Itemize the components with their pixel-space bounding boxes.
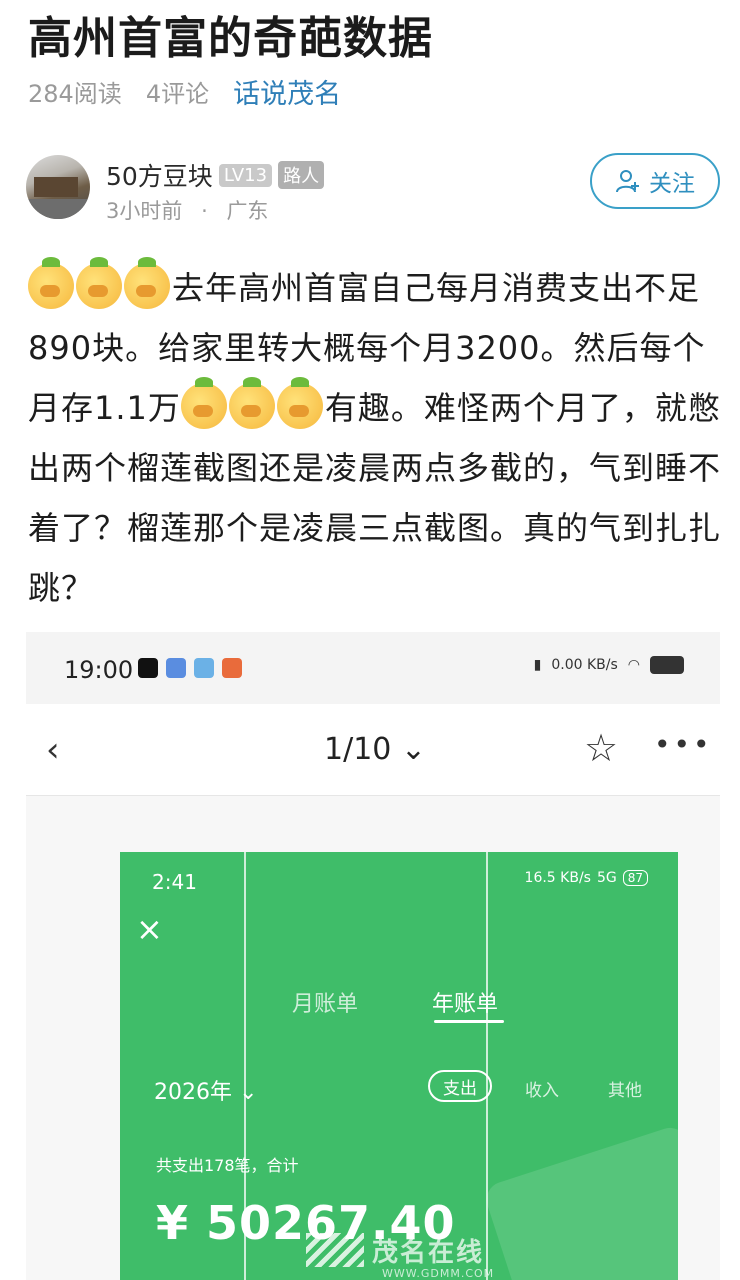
follow-label: 关注 [649,171,695,197]
filter-other: 其他 [608,1081,642,1101]
read-count: 284阅读 [28,80,122,108]
laughing-emoji-icon [124,257,170,309]
author-name-row: 50方豆块 LV13 路人 [106,157,325,193]
add-user-icon [616,170,639,193]
article-title: 高州首富的奇葩数据 [28,13,433,64]
level-badge: LV13 [218,163,273,187]
bill-screenshot: 2:41 16.5 KB/s 5G 87 × 月账单 年账单 2026年 ⌄ 支… [120,852,678,1280]
chevron-down-icon: ⌄ [400,732,427,767]
notification-icons [138,658,242,678]
filter-income: 收入 [525,1081,559,1101]
site-logo-icon [306,1233,364,1267]
wifi-icon: ◠ [627,657,640,673]
back-icon[interactable]: ‹ [46,730,60,770]
embedded-screenshot[interactable]: 19:00 ▮ 0.00 KB/s ◠ ‹ 1/10 ⌄ ☆ ••• 2:41 … [26,632,720,1280]
inner-status: 16.5 KB/s 5G 87 [525,870,648,886]
author-row: 50方豆块 LV13 路人 3小时前 · 广东 关注 [26,153,726,223]
tiktok-icon [138,658,158,678]
filter-expense: 支出 [428,1070,492,1102]
topic-link[interactable]: 话说茂名 [233,72,341,111]
laughing-emoji-icon [276,377,323,429]
laughing-emoji-icon [228,377,275,429]
article-meta: 284阅读 4评论 话说茂名 [28,72,341,111]
laughing-emoji-icon [180,377,227,429]
star-icon[interactable]: ☆ [584,726,618,770]
follow-button[interactable]: 关注 [590,153,720,209]
laughing-emoji-icon [76,257,122,309]
paw-icon [166,658,186,678]
post-body: 去年高州首富自己每月消费支出不足890块。给家里转大概每个月3200。然后每个月… [28,257,728,618]
status-right: ▮ 0.00 KB/s ◠ [534,656,684,674]
comment-count[interactable]: 4评论 [146,74,209,109]
battery-icon: 87 [622,870,648,886]
divider-line [486,852,488,1280]
phone-status-bar: 19:00 ▮ 0.00 KB/s ◠ [26,632,720,704]
year-select: 2026年 ⌄ [154,1080,258,1105]
role-badge: 路人 [278,161,325,189]
net-speed: 0.00 KB/s [551,657,618,673]
app-icon [222,658,242,678]
post-time: 3小时前 [106,199,183,223]
avatar[interactable] [26,155,90,219]
post-time-location: 3小时前 · 广东 [106,195,268,225]
viewer-navbar: ‹ 1/10 ⌄ ☆ ••• [26,704,720,796]
post-location: 广东 [226,199,269,223]
more-icon[interactable]: ••• [654,728,713,761]
author-name[interactable]: 50方豆块 [106,157,213,193]
watermark: 茂名在线 WWW.GDMM.COM [306,1232,494,1280]
close-icon: × [136,910,163,948]
tab-month-bill: 月账单 [292,992,359,1017]
page-indicator[interactable]: 1/10 ⌄ [324,732,426,767]
tab-year-bill: 年账单 [432,992,499,1017]
laughing-emoji-icon [28,257,74,309]
card-decoration [481,1123,678,1280]
vibrate-icon: ▮ [533,657,542,673]
battery-icon [650,656,684,674]
tab-underline [434,1020,504,1023]
status-time: 19:00 [64,656,134,684]
separator-dot: · [201,199,208,223]
inner-time: 2:41 [152,870,197,894]
expense-count: 共支出178笔，合计 [156,1156,299,1175]
paw-icon [194,658,214,678]
